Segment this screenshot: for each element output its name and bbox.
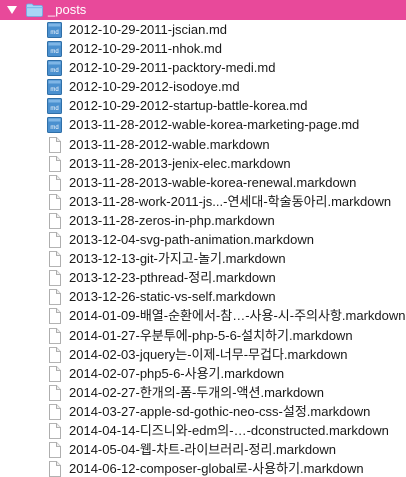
svg-text:md: md xyxy=(50,49,58,55)
file-name: 2014-03-27-apple-sd-gothic-neo-css-설정.ma… xyxy=(69,403,371,419)
file-row[interactable]: md 2012-10-29-2011-nhok.md xyxy=(0,39,406,58)
file-name: 2012-10-29-2011-nhok.md xyxy=(69,41,222,57)
markdown-file-icon: md xyxy=(47,98,62,115)
file-row[interactable]: 2014-04-14-디즈니와-edm의-…-dconstructed.mark… xyxy=(0,421,406,440)
document-icon xyxy=(47,384,62,401)
file-row[interactable]: md 2013-11-28-2012-wable-korea-marketing-… xyxy=(0,115,406,134)
document-icon xyxy=(47,174,62,191)
file-name: 2013-11-28-2013-jenix-elec.markdown xyxy=(69,155,291,171)
document-icon xyxy=(47,461,62,477)
file-row[interactable]: 2014-01-27-우분투에-php-5-6-설치하기.markdown xyxy=(0,326,406,345)
document-icon xyxy=(47,289,62,306)
file-row[interactable]: 2013-12-23-pthread-정리.markdown xyxy=(0,268,406,287)
file-row[interactable]: 2014-03-27-apple-sd-gothic-neo-css-설정.ma… xyxy=(0,402,406,421)
file-name: 2014-02-07-php5-6-사용기.markdown xyxy=(69,365,285,381)
document-icon xyxy=(47,251,62,268)
folder-name: _posts xyxy=(48,2,87,17)
file-name: 2013-11-28-2013-wable-korea-renewal.mark… xyxy=(69,174,357,190)
file-row[interactable]: 2013-12-26-static-vs-self.markdown xyxy=(0,287,406,306)
file-row[interactable]: 2014-06-12-composer-global로-사용하기.markdow… xyxy=(0,459,406,477)
file-row[interactable]: 2013-11-28-2013-wable-korea-renewal.mark… xyxy=(0,173,406,192)
document-icon xyxy=(47,193,62,210)
file-name: 2013-11-28-zeros-in-php.markdown xyxy=(69,212,275,228)
svg-text:md: md xyxy=(50,126,58,132)
svg-text:md: md xyxy=(50,87,58,93)
file-name: 2013-12-26-static-vs-self.markdown xyxy=(69,289,276,305)
markdown-file-icon: md xyxy=(47,22,62,38)
markdown-file-icon: md xyxy=(47,117,62,134)
file-row[interactable]: 2013-11-28-work-2011-js...-연세대-학술동아리.mar… xyxy=(0,192,406,211)
markdown-file-icon: md xyxy=(47,60,62,77)
file-row[interactable]: 2013-12-04-svg-path-animation.markdown xyxy=(0,230,406,249)
file-name: 2014-02-03-jquery는-이제-너무-무겁다.markdown xyxy=(69,346,348,362)
file-name: 2014-01-27-우분투에-php-5-6-설치하기.markdown xyxy=(69,327,353,343)
file-name: 2012-10-29-2011-packtory-medi.md xyxy=(69,60,276,76)
file-row[interactable]: 2014-02-07-php5-6-사용기.markdown xyxy=(0,364,406,383)
file-name: 2013-11-28-work-2011-js...-연세대-학술동아리.mar… xyxy=(69,193,392,209)
file-name: 2012-10-29-2011-jscian.md xyxy=(69,22,228,37)
file-row[interactable]: 2013-11-28-2012-wable.markdown xyxy=(0,135,406,154)
file-row[interactable]: 2013-12-13-git-가지고-놀기.markdown xyxy=(0,249,406,268)
svg-text:md: md xyxy=(50,30,58,36)
file-row[interactable]: md 2012-10-29-2011-jscian.md xyxy=(0,20,406,39)
document-icon xyxy=(47,442,62,458)
document-icon xyxy=(47,232,62,248)
document-icon xyxy=(47,270,62,287)
document-icon xyxy=(47,346,62,363)
file-row[interactable]: md 2012-10-29-2011-packtory-medi.md xyxy=(0,58,406,77)
document-icon xyxy=(47,213,62,229)
finder-file-list-window: _posts md 2012-10-29-2011-jscian.md md 2012… xyxy=(0,0,406,477)
document-icon xyxy=(47,308,62,325)
markdown-file-icon: md xyxy=(47,79,62,96)
file-row[interactable]: 2014-02-27-한개의-폼-두개의-액션.markdown xyxy=(0,383,406,402)
file-row[interactable]: 2013-11-28-2013-jenix-elec.markdown xyxy=(0,154,406,173)
document-icon xyxy=(47,403,62,420)
file-name: 2014-04-14-디즈니와-edm의-…-dconstructed.mark… xyxy=(69,422,389,438)
file-name: 2013-11-28-2012-wable.markdown xyxy=(69,136,270,152)
file-row[interactable]: 2014-01-09-배열-순환에서-참…-사용-시-주의사항.markdown xyxy=(0,306,406,325)
file-row[interactable]: 2014-02-03-jquery는-이제-너무-무겁다.markdown xyxy=(0,345,406,364)
document-icon xyxy=(47,423,62,439)
file-name: 2014-01-09-배열-순환에서-참…-사용-시-주의사항.markdown xyxy=(69,308,406,324)
file-row[interactable]: 2013-11-28-zeros-in-php.markdown xyxy=(0,211,406,230)
file-name: 2013-11-28-2012-wable-korea-marketing-pa… xyxy=(69,117,360,133)
file-name: 2014-02-27-한개의-폼-두개의-액션.markdown xyxy=(69,384,325,400)
file-name: 2013-12-04-svg-path-animation.markdown xyxy=(69,232,314,248)
folder-icon xyxy=(26,3,43,17)
file-list: md 2012-10-29-2011-jscian.md md 2012-10-29-… xyxy=(0,20,406,477)
file-name: 2012-10-29-2012-startup-battle-korea.md xyxy=(69,98,308,114)
file-name: 2012-10-29-2012-isodoye.md xyxy=(69,79,240,95)
document-icon xyxy=(47,327,62,344)
svg-text:md: md xyxy=(50,68,58,74)
svg-text:md: md xyxy=(50,107,58,113)
folder-row-posts[interactable]: _posts xyxy=(0,0,406,20)
document-icon xyxy=(47,136,62,153)
markdown-file-icon: md xyxy=(47,41,62,58)
file-name: 2013-12-13-git-가지고-놀기.markdown xyxy=(69,251,286,267)
document-icon xyxy=(47,365,62,382)
disclosure-triangle-icon[interactable] xyxy=(7,6,17,14)
file-row[interactable]: md 2012-10-29-2012-isodoye.md xyxy=(0,77,406,96)
document-icon xyxy=(47,155,62,172)
file-row[interactable]: 2014-05-04-웹-차트-라이브러리-정리.markdown xyxy=(0,440,406,459)
file-name: 2014-06-12-composer-global로-사용하기.markdow… xyxy=(69,461,364,477)
file-name: 2013-12-23-pthread-정리.markdown xyxy=(69,270,276,286)
file-name: 2014-05-04-웹-차트-라이브러리-정리.markdown xyxy=(69,442,336,458)
file-row[interactable]: md 2012-10-29-2012-startup-battle-korea.m… xyxy=(0,96,406,115)
